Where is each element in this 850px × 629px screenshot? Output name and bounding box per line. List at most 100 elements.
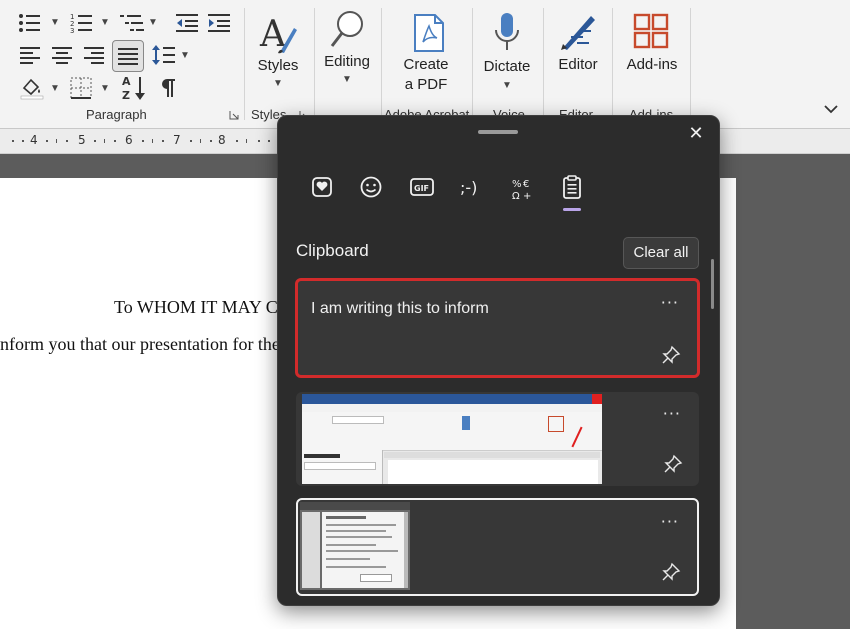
chevron-down-icon[interactable]: ▼ (273, 78, 283, 89)
line-spacing-icon[interactable] (152, 44, 176, 66)
add-ins-icon[interactable] (633, 13, 669, 49)
search-icon[interactable] (330, 10, 366, 50)
active-tab-indicator (563, 208, 581, 211)
multilevel-list-icon[interactable] (120, 12, 146, 34)
ruler-number: 6 (125, 133, 133, 147)
chevron-down-icon[interactable]: ▼ (180, 50, 190, 61)
increase-indent-icon[interactable] (208, 12, 232, 34)
create-pdf-icon[interactable] (413, 14, 445, 52)
emoji-icon[interactable] (354, 172, 388, 204)
collapse-ribbon-icon[interactable] (823, 104, 839, 114)
group-label-paragraph: Paragraph (86, 107, 147, 122)
separator (381, 8, 382, 120)
separator (472, 8, 473, 120)
dictate-button-label[interactable]: Dictate (480, 57, 534, 77)
chevron-down-icon[interactable]: ▼ (100, 17, 110, 28)
document-line-body: nform you that our presentation for the (0, 334, 280, 354)
symbols-icon[interactable]: % € Ω + (505, 172, 539, 204)
styles-button-label[interactable]: Styles (254, 56, 302, 76)
image-thumbnail (300, 502, 410, 590)
document-line-greeting: To WHOM IT MAY C (114, 297, 278, 317)
clipboard-item-image[interactable]: ··· (296, 498, 699, 596)
ruler-dot (142, 140, 144, 142)
ruler-number: 5 (78, 133, 86, 147)
chevron-down-icon[interactable]: ▼ (502, 80, 512, 91)
create-pdf-label-line1[interactable]: Create (398, 55, 454, 75)
svg-text:GIF: GIF (414, 184, 429, 193)
svg-text:3: 3 (70, 27, 74, 34)
drag-handle[interactable] (478, 130, 518, 134)
scrollbar-thumb[interactable] (711, 259, 714, 309)
ruler-dot (22, 140, 24, 142)
ruler-tick (200, 139, 201, 143)
ruler-dot (268, 140, 270, 142)
show-formatting-icon[interactable] (160, 78, 176, 98)
justify-button[interactable] (112, 40, 144, 72)
more-options-icon[interactable]: ··· (663, 404, 681, 423)
image-thumbnail (302, 394, 602, 484)
ruler-tick (246, 139, 247, 143)
microphone-icon[interactable] (493, 12, 521, 52)
justify-icon (118, 48, 138, 65)
ruler-number: 7 (173, 133, 181, 147)
bullets-icon[interactable] (18, 12, 44, 34)
more-options-icon[interactable]: ··· (661, 293, 679, 312)
clear-all-button[interactable]: Clear all (623, 237, 699, 269)
chevron-down-icon[interactable]: ▼ (50, 83, 60, 94)
pin-icon[interactable] (661, 562, 681, 582)
more-options-icon[interactable]: ··· (661, 512, 679, 531)
svg-text:Ω: Ω (512, 191, 520, 202)
ribbon: ▼ 1 2 3 ▼ ▼ ▼ ▼ ▼ A Z Paragraph A Styles… (0, 0, 850, 129)
align-center-icon[interactable] (52, 45, 74, 65)
editor-icon[interactable] (557, 12, 597, 52)
dialog-launcher-icon[interactable] (229, 110, 239, 120)
chevron-down-icon[interactable]: ▼ (50, 17, 60, 28)
favorites-icon[interactable] (305, 172, 339, 204)
svg-text:;-): ;-) (460, 178, 477, 197)
svg-text:+: + (523, 191, 531, 202)
chevron-down-icon[interactable]: ▼ (148, 17, 158, 28)
create-pdf-label-line2[interactable]: a PDF (398, 75, 454, 95)
sort-icon[interactable]: A Z (122, 74, 148, 102)
svg-text:%: % (512, 179, 522, 190)
ruler-dot (210, 140, 212, 142)
separator (543, 8, 544, 120)
chevron-down-icon[interactable]: ▼ (100, 83, 110, 94)
align-right-icon[interactable] (84, 45, 106, 65)
editing-button-label[interactable]: Editing (320, 52, 374, 72)
ruler-dot (94, 140, 96, 142)
pin-icon[interactable] (661, 345, 681, 365)
gif-icon[interactable]: GIF (405, 172, 439, 204)
clipboard-history-panel: ✕ GIF ;-) % € Ω + Clipboard Clear all I … (277, 115, 720, 606)
ruler-tick (104, 139, 105, 143)
svg-text:Z: Z (122, 89, 130, 102)
shading-icon[interactable] (20, 76, 44, 100)
borders-icon[interactable] (70, 77, 92, 99)
clipboard-item-text-content: I am writing this to inform (311, 300, 489, 317)
ruler-number: 8 (218, 133, 226, 147)
separator (612, 8, 613, 120)
clipboard-item-text[interactable]: I am writing this to inform ··· (295, 278, 700, 378)
styles-icon[interactable]: A (258, 12, 298, 54)
ruler-dot (258, 140, 260, 142)
ruler-dot (12, 140, 14, 142)
numbering-icon[interactable]: 1 2 3 (70, 12, 96, 34)
ruler-dot (162, 140, 164, 142)
chevron-down-icon[interactable]: ▼ (342, 74, 352, 85)
close-icon[interactable]: ✕ (684, 122, 708, 146)
clipboard-item-image[interactable]: ··· (296, 392, 699, 486)
separator (690, 8, 691, 120)
ruler-dot (46, 140, 48, 142)
kaomoji-icon[interactable]: ;-) (455, 172, 489, 204)
decrease-indent-icon[interactable] (176, 12, 200, 34)
svg-text:A: A (122, 75, 131, 88)
ruler-dot (236, 140, 238, 142)
editor-button-label[interactable]: Editor (552, 55, 604, 75)
add-ins-button-label[interactable]: Add-ins (622, 55, 682, 75)
clipboard-icon[interactable] (555, 172, 589, 204)
align-left-icon[interactable] (20, 45, 42, 65)
ruler-number: 4 (30, 133, 38, 147)
separator (314, 8, 315, 120)
pin-icon[interactable] (663, 454, 683, 474)
svg-text:€: € (523, 179, 529, 190)
